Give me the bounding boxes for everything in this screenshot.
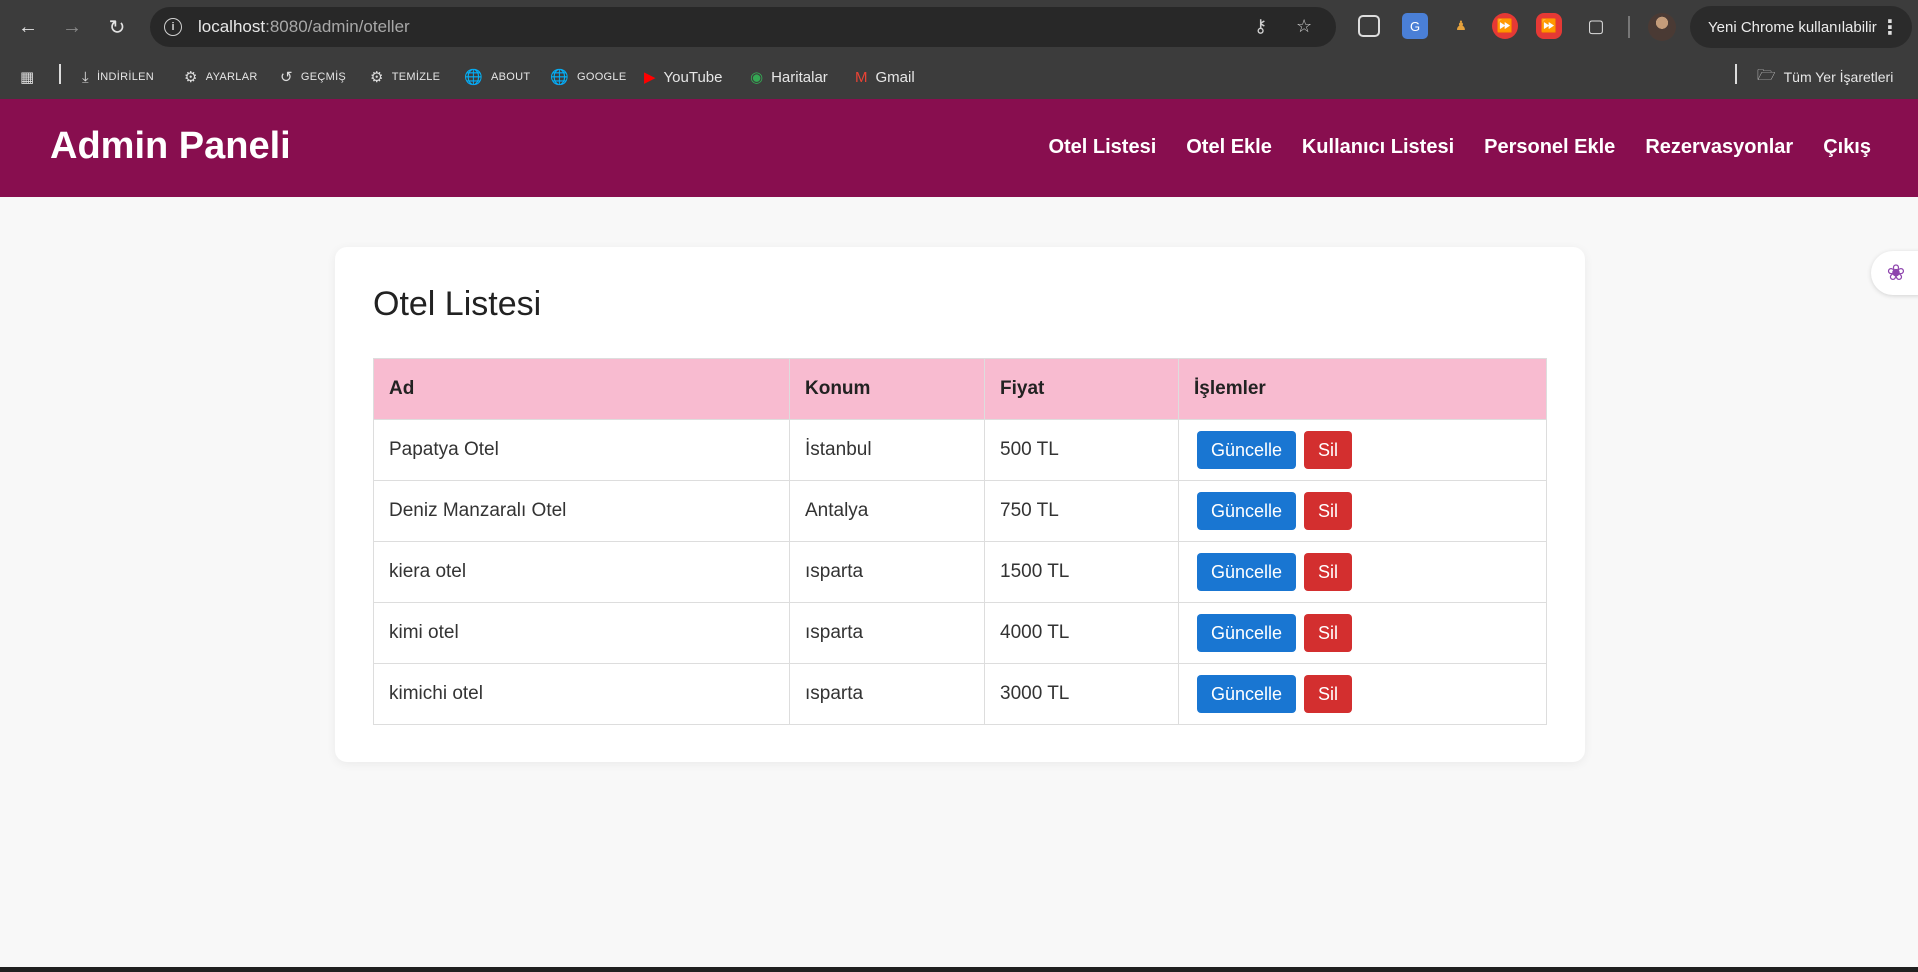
column-header-konum: Konum [789, 358, 985, 420]
globe-icon: 🌐 [464, 69, 483, 86]
hotel-location: İstanbul [789, 419, 985, 481]
row-actions: Güncelle Sil [1178, 602, 1547, 664]
table-row: kimichi otel ısparta 3000 TL Güncelle Sil [373, 663, 1547, 725]
update-button[interactable]: Güncelle [1197, 492, 1297, 530]
site-header: Admin Paneli Otel Listesi Otel Ekle Kull… [0, 99, 1918, 197]
hotel-list-card: Otel Listesi Ad Konum Fiyat İşlemler Pap… [335, 247, 1585, 762]
row-actions: Güncelle Sil [1178, 419, 1547, 481]
person-extension-icon[interactable]: ♟ [1448, 13, 1474, 39]
table-row: kiera otel ısparta 1500 TL Güncelle Sil [373, 541, 1547, 603]
delete-button[interactable]: Sil [1304, 614, 1353, 652]
gear-icon: ⚙ [184, 69, 198, 86]
bookmark-youtube[interactable]: ▶ YouTube [644, 66, 723, 88]
bookmark-temizle[interactable]: ⚙ TEMİZLE [370, 66, 440, 88]
brain-extension-icon[interactable]: ❀ [1871, 251, 1918, 295]
hotel-name: Papatya Otel [373, 419, 790, 481]
site-info-icon[interactable]: i [164, 18, 182, 36]
update-button[interactable]: Güncelle [1197, 614, 1297, 652]
brand-title: Admin Paneli [50, 125, 291, 167]
nav-kullanici-listesi[interactable]: Kullanıcı Listesi [1302, 136, 1454, 159]
update-button[interactable]: Güncelle [1197, 553, 1297, 591]
update-button[interactable]: Güncelle [1197, 675, 1297, 713]
gmail-icon: M [855, 68, 868, 86]
bookmark-ayarlar[interactable]: ⚙ AYARLAR [184, 66, 258, 88]
kebab-menu-icon[interactable]: ⋮ [1880, 15, 1900, 40]
address-bar[interactable]: i localhost:8080/admin/oteller ⚷ ☆ [150, 7, 1336, 47]
hotel-price: 4000 TL [984, 602, 1179, 664]
nav-rezervasyonlar[interactable]: Rezervasyonlar [1645, 136, 1793, 159]
folder-icon: 🗁 [1757, 66, 1776, 84]
column-header-islemler: İşlemler [1178, 358, 1547, 420]
bottom-edge [0, 967, 1918, 972]
maps-icon: ◉ [750, 69, 764, 86]
gear-icon: ⚙ [370, 69, 384, 86]
hotel-location: ısparta [789, 541, 985, 603]
row-actions: Güncelle Sil [1178, 663, 1547, 725]
main-nav: Otel Listesi Otel Ekle Kullanıcı Listesi… [1048, 136, 1871, 159]
bookmarks-bar: ▦ ⤓ İNDİRİLEN ⚙ AYARLAR ↺ GEÇMİŞ ⚙ TEMİZLE 🌐… [0, 54, 1918, 99]
nav-personel-ekle[interactable]: Personel Ekle [1484, 136, 1615, 159]
hotel-location: Antalya [789, 480, 985, 542]
browser-chrome: ← → ↻ i localhost:8080/admin/oteller ⚷ ☆… [0, 0, 1918, 99]
delete-button[interactable]: Sil [1304, 492, 1353, 530]
hotel-name: Deniz Manzaralı Otel [373, 480, 790, 542]
reload-icon[interactable]: ↻ [101, 11, 133, 43]
hotel-price: 500 TL [984, 419, 1179, 481]
password-key-icon[interactable]: ⚷ [1254, 16, 1267, 37]
hotel-name: kimichi otel [373, 663, 790, 725]
column-header-fiyat: Fiyat [984, 358, 1179, 420]
bookmark-gmail[interactable]: M Gmail [855, 66, 915, 88]
profile-avatar[interactable] [1648, 13, 1676, 41]
nav-cikis[interactable]: Çıkış [1823, 136, 1871, 159]
hotel-location: ısparta [789, 663, 985, 725]
apps-grid-icon[interactable]: ▦ [20, 66, 42, 88]
forward-icon[interactable]: → [56, 11, 88, 43]
bookmark-star-icon[interactable]: ☆ [1296, 16, 1312, 37]
delete-button[interactable]: Sil [1304, 675, 1353, 713]
page-title: Otel Listesi [373, 285, 542, 323]
chrome-update-button[interactable]: Yeni Chrome kullanılabilir ⋮ [1690, 6, 1912, 48]
chrome-update-label: Yeni Chrome kullanılabilir [1708, 18, 1877, 36]
bookmark-about[interactable]: 🌐 ABOUT [464, 66, 530, 88]
translate-extension-icon[interactable]: G [1402, 13, 1428, 39]
bookmark-gecmis[interactable]: ↺ GEÇMİŞ [280, 66, 346, 88]
table-row: Papatya Otel İstanbul 500 TL Güncelle Sil [373, 419, 1547, 481]
delete-button[interactable]: Sil [1304, 553, 1353, 591]
history-icon: ↺ [280, 69, 293, 86]
hotel-table: Ad Konum Fiyat İşlemler Papatya Otel İst… [373, 358, 1547, 725]
download-icon: ⤓ [82, 68, 89, 86]
hotel-name: kimi otel [373, 602, 790, 664]
bookmark-google[interactable]: 🌐 GOOGLE [550, 66, 626, 88]
hotel-location: ısparta [789, 602, 985, 664]
column-header-ad: Ad [373, 358, 790, 420]
table-row: Deniz Manzaralı Otel Antalya 750 TL Günc… [373, 480, 1547, 542]
back-icon[interactable]: ← [12, 11, 44, 43]
bookmark-haritalar[interactable]: ◉ Haritalar [750, 66, 828, 88]
nav-otel-ekle[interactable]: Otel Ekle [1186, 136, 1272, 159]
youtube-icon: ▶ [644, 69, 656, 86]
youtube-extension-icon[interactable]: ⏩ [1536, 13, 1562, 39]
toolbar-divider [1628, 16, 1630, 38]
image-extension-icon[interactable] [1358, 15, 1380, 37]
table-row: kimi otel ısparta 4000 TL Güncelle Sil [373, 602, 1547, 664]
bookmarks-divider [59, 64, 61, 84]
update-button[interactable]: Güncelle [1197, 431, 1297, 469]
bookmark-indirilen[interactable]: ⤓ İNDİRİLEN [82, 66, 154, 88]
nav-otel-listesi[interactable]: Otel Listesi [1048, 136, 1156, 159]
delete-button[interactable]: Sil [1304, 431, 1353, 469]
hotel-price: 3000 TL [984, 663, 1179, 725]
bookmarks-divider [1735, 64, 1737, 84]
all-bookmarks-folder[interactable]: 🗁 Tüm Yer İşaretleri [1757, 66, 1893, 88]
hotel-price: 1500 TL [984, 541, 1179, 603]
table-header-row: Ad Konum Fiyat İşlemler [373, 358, 1547, 420]
row-actions: Güncelle Sil [1178, 541, 1547, 603]
hotel-price: 750 TL [984, 480, 1179, 542]
globe-icon: 🌐 [550, 69, 569, 86]
extensions-puzzle-icon[interactable]: ▢ [1583, 13, 1609, 39]
fastforward-extension-icon[interactable]: ⏩ [1492, 13, 1518, 39]
hotel-name: kiera otel [373, 541, 790, 603]
browser-toolbar: ← → ↻ i localhost:8080/admin/oteller ⚷ ☆… [0, 0, 1918, 54]
address-url[interactable]: localhost:8080/admin/oteller [198, 17, 410, 37]
row-actions: Güncelle Sil [1178, 480, 1547, 542]
